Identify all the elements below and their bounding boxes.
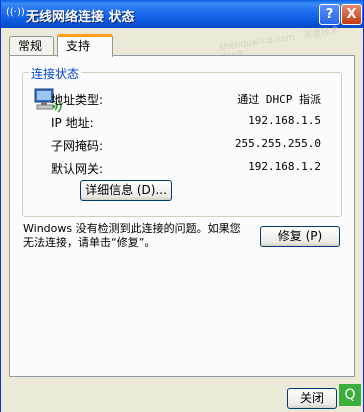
subnet-mask-value: 255.255.255.0	[234, 137, 321, 150]
row-address-type: 地址类型: 通过 DHCP 指派	[51, 91, 321, 107]
group-title: 连接状态	[29, 65, 82, 82]
connection-status-group: 连接状态 地址类型: 通过 DHCP 指派 IP 地址: 192.168.1.5…	[22, 65, 342, 217]
address-type-label: 地址类型:	[51, 93, 104, 107]
default-gateway-label: 默认网关:	[51, 162, 104, 176]
row-default-gateway: 默认网关: 192.168.1.2	[51, 160, 321, 176]
details-button[interactable]: 详细信息 (D)...	[80, 180, 172, 201]
ip-address-value: 192.168.1.5	[248, 114, 321, 127]
subnet-mask-label: 子网掩码:	[51, 139, 104, 153]
row-ip-address: IP 地址: 192.168.1.5	[51, 114, 321, 130]
row-subnet-mask: 子网掩码: 255.255.255.0	[51, 137, 321, 153]
repair-button[interactable]: 修复 (P)	[260, 226, 340, 247]
tab-general[interactable]: 常规	[9, 36, 54, 55]
address-type-value: 通过 DHCP 指派	[237, 93, 321, 106]
repair-message: Windows 没有检测到此连接的问题。如果您无法连接，请单击“修复”。	[23, 222, 241, 249]
wireless-network-icon: ((·))	[6, 7, 25, 18]
status-dialog: ((·)) 无线网络连接 状态 ? X shenduwin8.com · 深度技…	[0, 0, 364, 412]
tab-panel-support: 连接状态 地址类型: 通过 DHCP 指派 IP 地址: 192.168.1.5…	[9, 55, 355, 377]
default-gateway-value: 192.168.1.2	[248, 160, 321, 173]
tab-support[interactable]: 支持	[57, 34, 113, 57]
close-button[interactable]: 关闭	[287, 388, 337, 409]
title-bar: ((·)) 无线网络连接 状态 ? X	[1, 0, 363, 28]
window-title: 无线网络连接 状态	[26, 10, 135, 25]
search-icon[interactable]: Q	[339, 384, 361, 406]
help-button[interactable]: ?	[319, 4, 340, 25]
ip-address-label: IP 地址:	[51, 116, 94, 130]
